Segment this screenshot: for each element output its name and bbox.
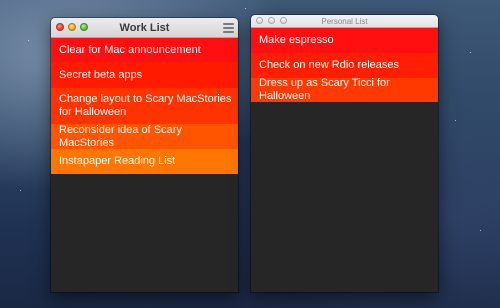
list-item-label: Reconsider idea of Scary MacStories: [59, 123, 182, 149]
star: [245, 8, 246, 9]
star: [20, 190, 21, 191]
personal-list-window: Personal List Make espresso Check on new…: [251, 15, 438, 292]
list-item-label: Change layout to Scary MacStories for Ha…: [59, 93, 232, 118]
work-list-titlebar[interactable]: Work List: [51, 18, 238, 38]
list-item-label: Secret beta apps: [59, 68, 143, 81]
list-item[interactable]: Change layout to Scary MacStories for Ha…: [51, 88, 238, 124]
star: [455, 120, 456, 121]
list-item[interactable]: Reconsider idea of Scary MacStories: [51, 124, 238, 149]
window-title: Personal List: [321, 17, 368, 26]
list-item-label: Clear for Mac announcement: [59, 43, 201, 56]
personal-list-titlebar[interactable]: Personal List: [251, 15, 438, 28]
list-item[interactable]: Instapaper Reading List: [51, 149, 238, 174]
star: [470, 52, 471, 53]
list-item-label: Instapaper Reading List: [59, 155, 176, 167]
list-item-label: Dress up as Scary Ticci for Halloween: [259, 77, 390, 102]
list-item-label: Check on new Rdio releases: [259, 59, 400, 71]
window-title: Work List: [119, 22, 170, 34]
list-item-label: Make espresso: [259, 34, 334, 46]
star: [480, 230, 481, 231]
work-list-window: Work List Clear for Mac announcement Sec…: [51, 18, 238, 292]
star: [28, 40, 29, 41]
list-item[interactable]: Clear for Mac announcement: [51, 38, 238, 62]
list-item[interactable]: Dress up as Scary Ticci for Halloween: [251, 77, 438, 102]
list-item[interactable]: Make espresso: [251, 28, 438, 53]
personal-task-list: Make espresso Check on new Rdio releases…: [251, 28, 438, 102]
work-task-list: Clear for Mac announcement Secret beta a…: [51, 38, 238, 174]
hamburger-menu-icon[interactable]: [223, 23, 234, 33]
list-item[interactable]: Check on new Rdio releases: [251, 53, 438, 78]
list-item[interactable]: Secret beta apps: [51, 62, 238, 88]
